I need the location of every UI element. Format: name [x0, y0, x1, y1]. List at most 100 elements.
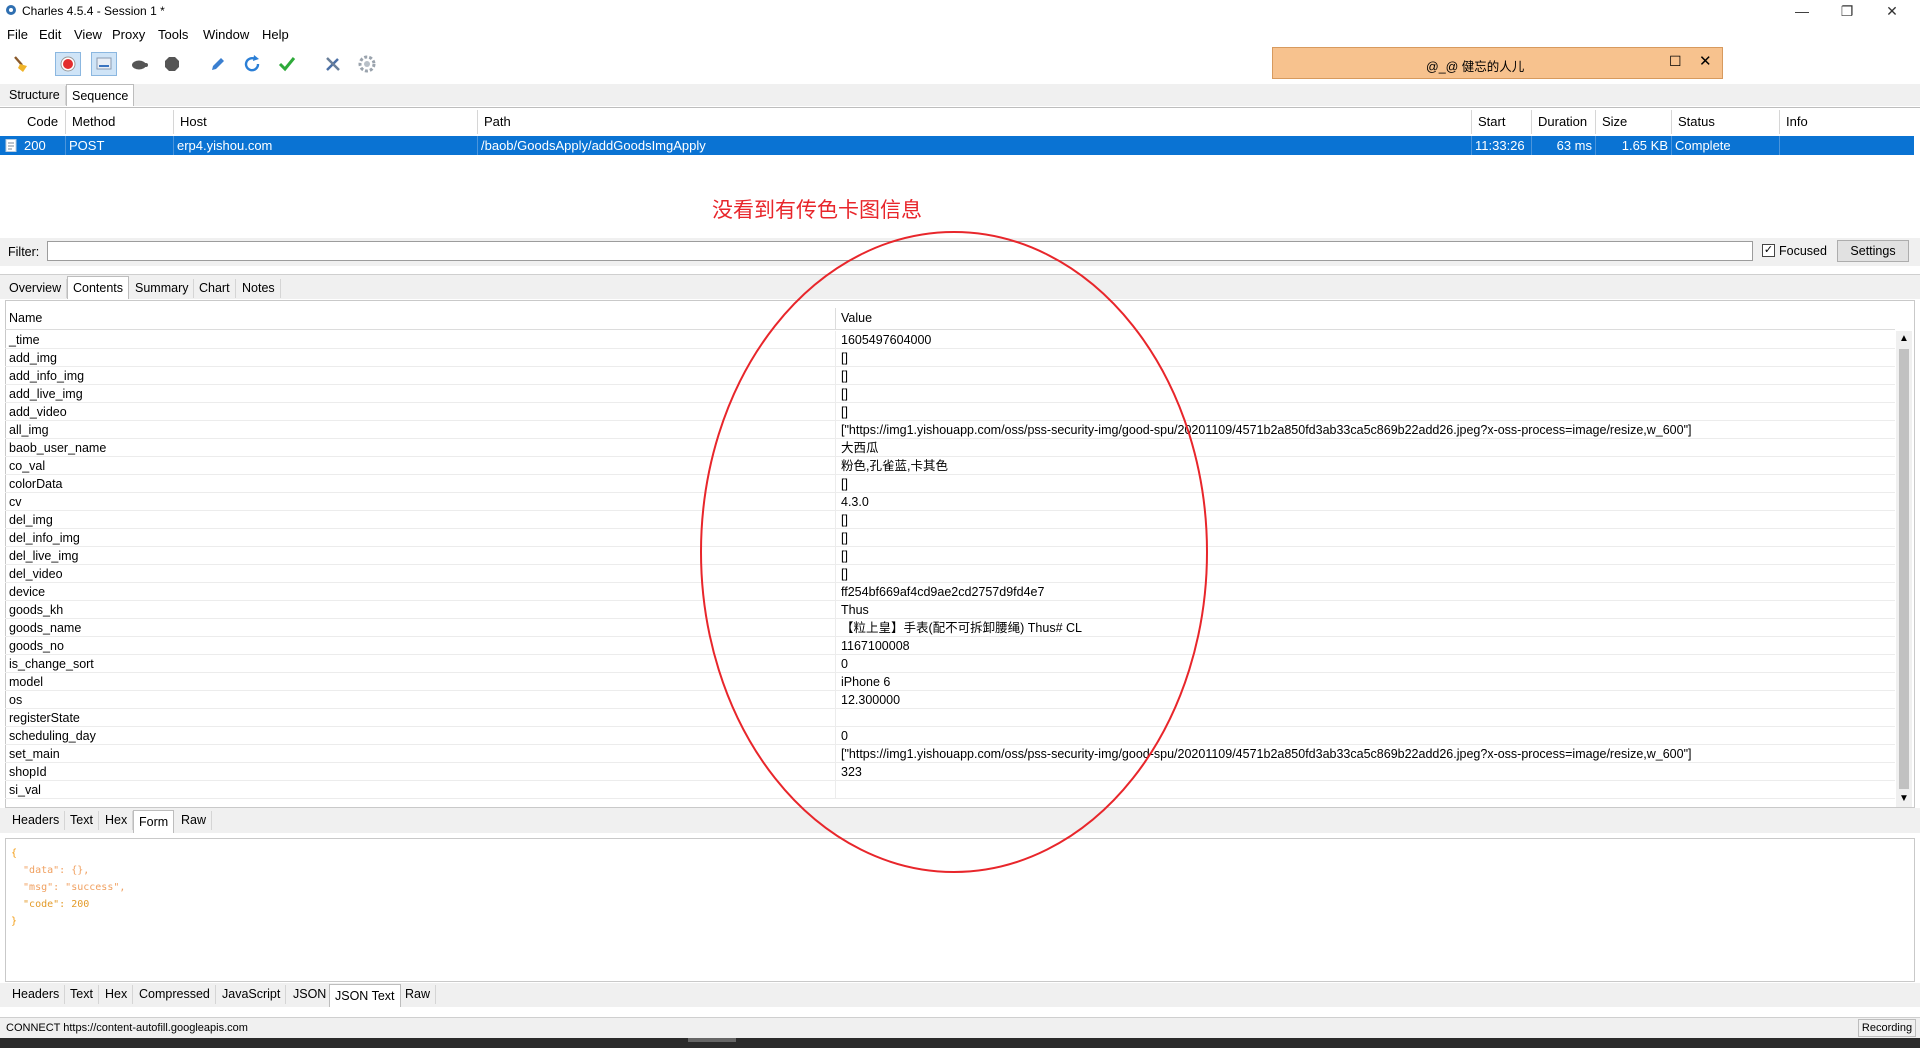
table-row[interactable]: os 12.300000 [5, 691, 1895, 709]
tab-notes[interactable]: Notes [237, 279, 281, 298]
tools-button[interactable] [320, 52, 346, 76]
column-divider [835, 583, 836, 601]
popup-close-icon[interactable]: ✕ [1699, 52, 1712, 70]
column-divider [835, 781, 836, 799]
table-row[interactable]: goods_no 1167100008 [5, 637, 1895, 655]
menu-window[interactable]: Window [203, 27, 249, 42]
table-row[interactable]: goods_kh Thus [5, 601, 1895, 619]
recording-button[interactable]: Recording [1858, 1019, 1916, 1037]
table-row[interactable]: del_live_img [] [5, 547, 1895, 565]
tab-req-raw[interactable]: Raw [176, 811, 213, 830]
compose-button[interactable] [204, 52, 230, 76]
table-row[interactable]: cv 4.3.0 [5, 493, 1895, 511]
tab-res-hex[interactable]: Hex [100, 985, 134, 1004]
menu-proxy[interactable]: Proxy [112, 27, 145, 42]
col-info[interactable]: Info [1780, 110, 1914, 134]
settings-button[interactable]: Settings [1837, 240, 1909, 262]
breakpoints-button[interactable] [159, 52, 185, 76]
tab-chart[interactable]: Chart [194, 279, 236, 298]
menu-view[interactable]: View [74, 27, 102, 42]
param-value: 12.300000 [841, 693, 901, 707]
tab-req-form[interactable]: Form [133, 810, 175, 833]
tab-res-javascript[interactable]: JavaScript [217, 985, 287, 1004]
popup-maximize-icon[interactable]: ☐ [1669, 53, 1682, 70]
settings-button[interactable] [354, 52, 380, 76]
param-value: [] [841, 549, 848, 563]
tab-res-json[interactable]: JSON [288, 985, 333, 1004]
table-row[interactable]: _time 1605497604000 [5, 331, 1895, 349]
scroll-down-icon[interactable]: ▼ [1899, 793, 1909, 804]
scrollbar-thumb[interactable] [1899, 349, 1909, 789]
tab-structure[interactable]: Structure [4, 86, 66, 105]
param-name: cv [9, 495, 22, 509]
param-name: si_val [9, 783, 41, 797]
tab-contents[interactable]: Contents [67, 276, 130, 299]
col-code[interactable]: Code [21, 110, 66, 134]
broom-button[interactable] [8, 52, 34, 76]
table-row[interactable]: goods_name 【粒上皇】手表(配不可拆卸腰绳) Thus# CL [5, 619, 1895, 637]
throttle-button[interactable] [91, 52, 117, 76]
minimize-button[interactable]: — [1782, 0, 1822, 22]
table-row[interactable]: si_val [5, 781, 1895, 799]
menu-edit[interactable]: Edit [39, 27, 61, 42]
param-value: 0 [841, 657, 848, 671]
col-status[interactable]: Status [1672, 110, 1780, 134]
tab-overview[interactable]: Overview [4, 279, 68, 298]
tab-summary[interactable]: Summary [130, 279, 195, 298]
tab-req-headers[interactable]: Headers [7, 811, 66, 830]
table-row[interactable]: model iPhone 6 [5, 673, 1895, 691]
tab-res-json-text[interactable]: JSON Text [329, 984, 401, 1007]
cell-status: Complete [1672, 136, 1780, 155]
floating-popup[interactable]: @_@ 健忘的人儿 ☐ ✕ [1272, 47, 1723, 79]
table-row[interactable]: add_video [] [5, 403, 1895, 421]
table-row[interactable]: add_live_img [] [5, 385, 1895, 403]
column-divider [835, 493, 836, 511]
table-row[interactable]: registerState [5, 709, 1895, 727]
tab-req-text[interactable]: Text [65, 811, 99, 830]
scroll-up-icon[interactable]: ▲ [1899, 333, 1909, 344]
table-row[interactable]: del_info_img [] [5, 529, 1895, 547]
table-row[interactable]: all_img ["https://img1.yishouapp.com/oss/… [5, 421, 1895, 439]
cell-start: 11:33:26 [1472, 136, 1532, 155]
col-path[interactable]: Path [478, 110, 1472, 134]
focused-checkbox[interactable]: ✓ [1762, 244, 1775, 257]
header-value[interactable]: Value [841, 311, 872, 325]
validate-button[interactable] [274, 52, 300, 76]
table-row[interactable]: co_val 粉色,孔雀蓝,卡其色 [5, 457, 1895, 475]
table-row[interactable]: del_video [] [5, 565, 1895, 583]
table-row[interactable]: is_change_sort 0 [5, 655, 1895, 673]
tab-res-text[interactable]: Text [65, 985, 99, 1004]
table-row[interactable]: baob_user_name 大西瓜 [5, 439, 1895, 457]
tab-res-raw[interactable]: Raw [400, 985, 437, 1004]
table-row[interactable]: del_img [] [5, 511, 1895, 529]
form-scrollbar[interactable]: ▲ ▼ [1896, 331, 1912, 807]
tab-res-compressed[interactable]: Compressed [134, 985, 216, 1004]
filter-input[interactable] [47, 241, 1753, 261]
col-method[interactable]: Method [66, 110, 174, 134]
restore-button[interactable]: ❐ [1827, 0, 1867, 22]
header-name[interactable]: Name [9, 311, 42, 325]
table-row[interactable]: shopId 323 [5, 763, 1895, 781]
col-host[interactable]: Host [174, 110, 478, 134]
col-start[interactable]: Start [1472, 110, 1532, 134]
col-size[interactable]: Size [1596, 110, 1672, 134]
param-value: 粉色,孔雀蓝,卡其色 [841, 459, 948, 473]
table-row[interactable]: set_main ["https://img1.yishouapp.com/oss… [5, 745, 1895, 763]
table-row[interactable]: add_img [] [5, 349, 1895, 367]
table-row[interactable]: add_info_img [] [5, 367, 1895, 385]
record-button[interactable] [55, 52, 81, 76]
menu-help[interactable]: Help [262, 27, 289, 42]
close-window-button[interactable]: ✕ [1872, 0, 1912, 22]
tab-res-headers[interactable]: Headers [7, 985, 66, 1004]
table-row[interactable]: device ff254bf669af4cd9ae2cd2757d9fd4e7 [5, 583, 1895, 601]
tab-sequence[interactable]: Sequence [66, 84, 135, 106]
col-duration[interactable]: Duration [1532, 110, 1596, 134]
table-row[interactable]: colorData [] [5, 475, 1895, 493]
table-row[interactable]: 200 POST erp4.yishou.com /baob/GoodsAppl… [0, 136, 1914, 155]
table-row[interactable]: scheduling_day 0 [5, 727, 1895, 745]
menu-file[interactable]: File [7, 27, 28, 42]
tab-req-hex[interactable]: Hex [100, 811, 134, 830]
menu-tools[interactable]: Tools [158, 27, 188, 42]
turtle-button[interactable] [126, 52, 152, 76]
repeat-button[interactable] [239, 52, 265, 76]
